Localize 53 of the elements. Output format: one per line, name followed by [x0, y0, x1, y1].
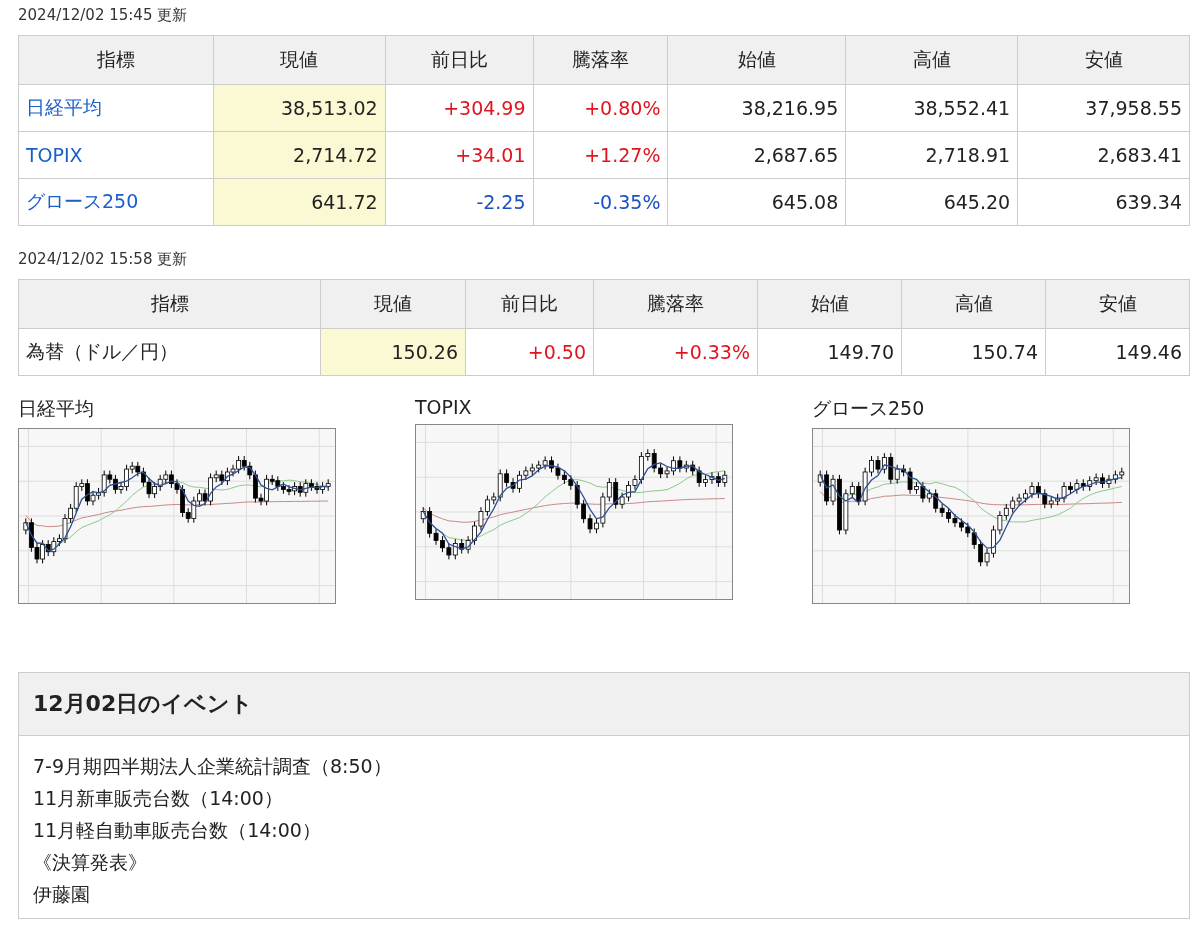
chart-title: TOPIX — [415, 396, 473, 418]
event-item: 《決算発表》 — [33, 850, 148, 875]
open-cell: 645.08 — [667, 178, 846, 226]
column-header: 高値 — [845, 35, 1018, 85]
high-cell: 38,552.41 — [845, 84, 1018, 132]
rate-cell: +1.27% — [533, 131, 668, 179]
column-header: 現値 — [213, 35, 386, 85]
low-cell: 37,958.55 — [1017, 84, 1190, 132]
column-header: 前日比 — [465, 279, 594, 329]
rate-cell: +0.33% — [593, 328, 758, 376]
price-cell: 38,513.02 — [213, 84, 386, 132]
change-cell: +0.50 — [465, 328, 594, 376]
low-cell: 149.46 — [1045, 328, 1190, 376]
price-cell: 150.26 — [320, 328, 466, 376]
index-name: 為替（ドル／円） — [26, 340, 178, 362]
column-header: 高値 — [901, 279, 1046, 329]
update-time: 2024/12/02 15:45 更新 — [18, 6, 189, 25]
update-time: 2024/12/02 15:58 更新 — [18, 250, 189, 269]
price-cell: 2,714.72 — [213, 131, 386, 179]
open-cell: 2,687.65 — [667, 131, 846, 179]
column-header: 指標 — [18, 35, 214, 85]
column-header: 騰落率 — [533, 35, 668, 85]
change-cell: +34.01 — [385, 131, 534, 179]
index-link[interactable]: グロース250 — [26, 190, 139, 212]
column-header: 前日比 — [385, 35, 534, 85]
high-cell: 150.74 — [901, 328, 1046, 376]
event-item: 7-9月期四半期法人企業統計調査（8:50） — [33, 754, 393, 779]
column-header: 安値 — [1017, 35, 1190, 85]
low-cell: 2,683.41 — [1017, 131, 1190, 179]
high-cell: 2,718.91 — [845, 131, 1018, 179]
event-item: 11月新車販売台数（14:00） — [33, 786, 284, 811]
column-header: 騰落率 — [593, 279, 758, 329]
index-link[interactable]: TOPIX — [26, 144, 83, 166]
column-header: 安値 — [1045, 279, 1190, 329]
column-header: 指標 — [18, 279, 321, 329]
events-title: 12月02日のイベント — [19, 673, 1189, 736]
high-cell: 645.20 — [845, 178, 1018, 226]
price-cell: 641.72 — [213, 178, 386, 226]
rate-cell: +0.80% — [533, 84, 668, 132]
column-header: 始値 — [667, 35, 846, 85]
low-cell: 639.34 — [1017, 178, 1190, 226]
rate-cell: -0.35% — [533, 178, 668, 226]
open-cell: 38,216.95 — [667, 84, 846, 132]
column-header: 現値 — [320, 279, 466, 329]
change-cell: +304.99 — [385, 84, 534, 132]
event-item: 11月軽自動車販売台数（14:00） — [33, 818, 322, 843]
chart-title: グロース250 — [812, 396, 926, 421]
chart-title: 日経平均 — [18, 396, 95, 421]
open-cell: 149.70 — [757, 328, 902, 376]
index-link[interactable]: 日経平均 — [26, 96, 102, 118]
change-cell: -2.25 — [385, 178, 534, 226]
column-header: 始値 — [757, 279, 902, 329]
event-item: 伊藤園 — [33, 882, 91, 907]
